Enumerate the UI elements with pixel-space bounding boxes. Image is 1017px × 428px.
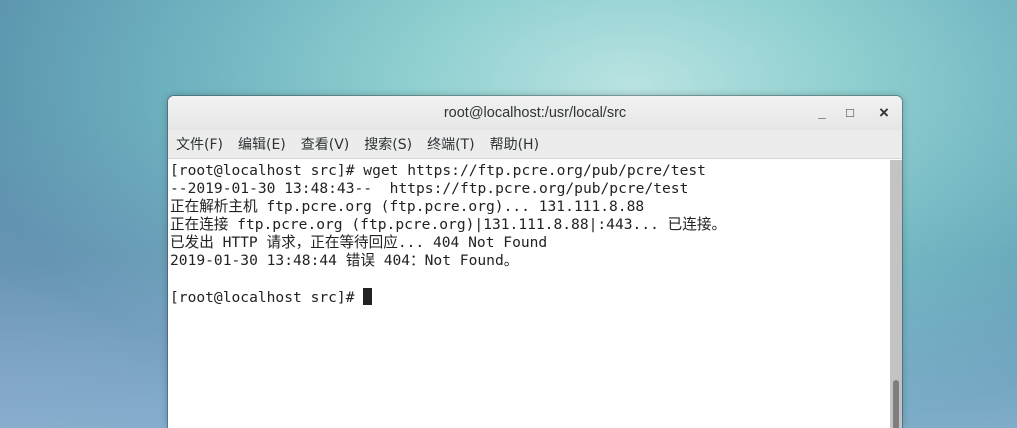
terminal-window: root@localhost:/usr/local/src _ □ × 文件(F…	[168, 96, 902, 428]
terminal-line: --2019-01-30 13:48:43-- https://ftp.pcre…	[170, 180, 689, 197]
maximize-button[interactable]: □	[841, 104, 859, 122]
text-cursor	[363, 288, 373, 305]
close-button[interactable]: ×	[875, 104, 893, 122]
terminal-line: 正在连接 ftp.pcre.org (ftp.pcre.org)|131.111…	[170, 216, 727, 233]
terminal-line: [root@localhost src]# wget https://ftp.p…	[170, 162, 706, 179]
shell-prompt: [root@localhost src]#	[170, 289, 364, 306]
minimize-button[interactable]: _	[813, 104, 831, 122]
menu-search[interactable]: 搜索(S)	[364, 134, 412, 154]
menu-edit[interactable]: 编辑(E)	[238, 134, 286, 154]
scrollbar[interactable]	[890, 160, 902, 428]
menu-terminal[interactable]: 终端(T)	[427, 134, 474, 154]
title-bar[interactable]: root@localhost:/usr/local/src _ □ ×	[168, 96, 902, 130]
terminal-line: 2019-01-30 13:48:44 错误 404：Not Found。	[170, 252, 519, 269]
menu-view[interactable]: 查看(V)	[301, 134, 350, 154]
terminal-line: 已发出 HTTP 请求，正在等待回应... 404 Not Found	[170, 234, 548, 251]
menu-bar: 文件(F) 编辑(E) 查看(V) 搜索(S) 终端(T) 帮助(H)	[168, 130, 902, 159]
terminal-line: 正在解析主机 ftp.pcre.org (ftp.pcre.org)... 13…	[170, 198, 645, 215]
terminal-output[interactable]: [root@localhost src]# wget https://ftp.p…	[168, 160, 890, 428]
menu-file[interactable]: 文件(F)	[176, 134, 223, 154]
prompt-line: [root@localhost src]#	[170, 288, 890, 306]
window-title: root@localhost:/usr/local/src	[443, 105, 627, 121]
menu-help[interactable]: 帮助(H)	[490, 134, 539, 154]
scrollbar-thumb[interactable]	[893, 380, 899, 428]
